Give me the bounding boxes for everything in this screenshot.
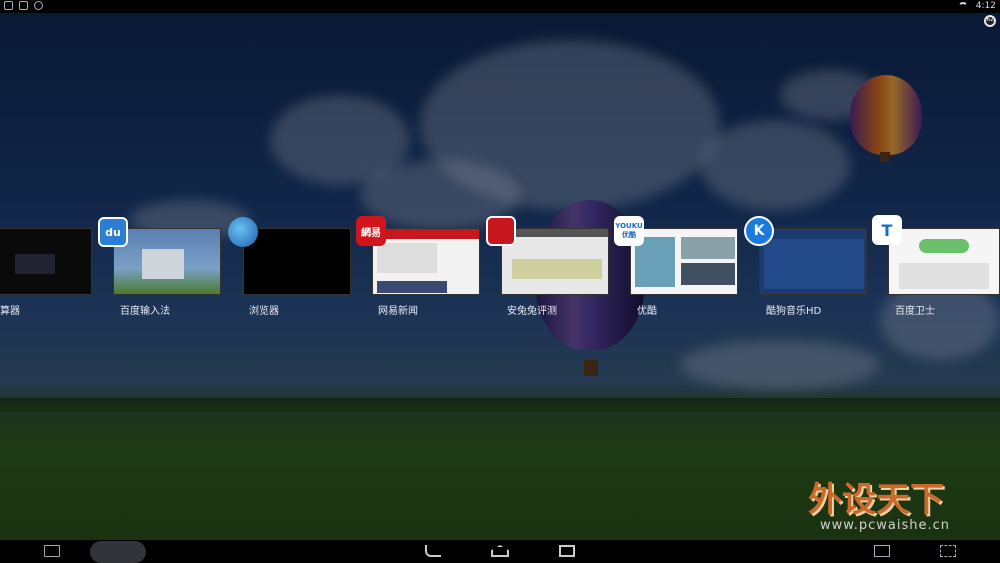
- browser-globe-icon[interactable]: [228, 217, 258, 247]
- kugou-icon[interactable]: K: [744, 216, 774, 246]
- notification-icons: [4, 1, 43, 10]
- recent-app-card[interactable]: [372, 228, 480, 295]
- recent-app-card[interactable]: [630, 228, 738, 295]
- watermark-url: www.pcwaishe.cn: [820, 518, 950, 533]
- app-thumbnail: [631, 229, 737, 294]
- screenshot-icon[interactable]: [90, 541, 146, 563]
- badge-count: 62: [986, 16, 994, 23]
- app-notification-icon: [34, 1, 43, 10]
- recent-app-card[interactable]: [759, 228, 867, 295]
- recent-app-label: 百度卫士: [895, 306, 935, 317]
- netease-news-icon[interactable]: 網易: [356, 216, 386, 246]
- back-icon[interactable]: [425, 545, 441, 557]
- baidu-guard-icon[interactable]: T: [872, 215, 902, 245]
- baidu-input-icon[interactable]: du: [98, 217, 128, 247]
- app-thumbnail: [0, 229, 91, 294]
- status-bar: 4:12: [0, 0, 1000, 13]
- recent-apps-icon[interactable]: [559, 545, 575, 557]
- recent-app-label: 优酷: [637, 306, 657, 317]
- keyboard-icon[interactable]: [44, 545, 60, 557]
- recent-app-label: 酷狗音乐HD: [766, 306, 822, 317]
- app-thumbnail: [502, 229, 608, 294]
- recent-app-card[interactable]: [888, 228, 1000, 295]
- app-thumbnail: [373, 229, 479, 294]
- recent-app-label: 算器: [0, 306, 20, 317]
- image-icon: [19, 1, 28, 10]
- shield-icon: [4, 1, 13, 10]
- recent-app-card[interactable]: [0, 228, 92, 295]
- antutu-icon[interactable]: [486, 216, 516, 246]
- recent-app-card[interactable]: [113, 228, 221, 295]
- app-thumbnail: [114, 229, 220, 294]
- clock: 4:12: [975, 1, 996, 11]
- watermark-logo: 外设天下: [808, 480, 944, 520]
- recent-app-label: 网易新闻: [378, 306, 418, 317]
- recent-app-label: 浏览器: [249, 306, 279, 317]
- app-thumbnail: [244, 229, 350, 294]
- app-thumbnail: [760, 229, 866, 294]
- menu-grid-icon[interactable]: [940, 545, 956, 557]
- recent-app-label: 百度输入法: [120, 306, 170, 317]
- recent-app-label: 安兔兔评测: [507, 306, 557, 317]
- youku-icon[interactable]: YOUKU 优酷: [614, 216, 644, 246]
- wifi-icon: [957, 2, 968, 10]
- recent-app-card[interactable]: [501, 228, 609, 295]
- screen-share-icon[interactable]: [874, 545, 890, 557]
- app-thumbnail: [889, 229, 999, 294]
- recent-app-card[interactable]: [243, 228, 351, 295]
